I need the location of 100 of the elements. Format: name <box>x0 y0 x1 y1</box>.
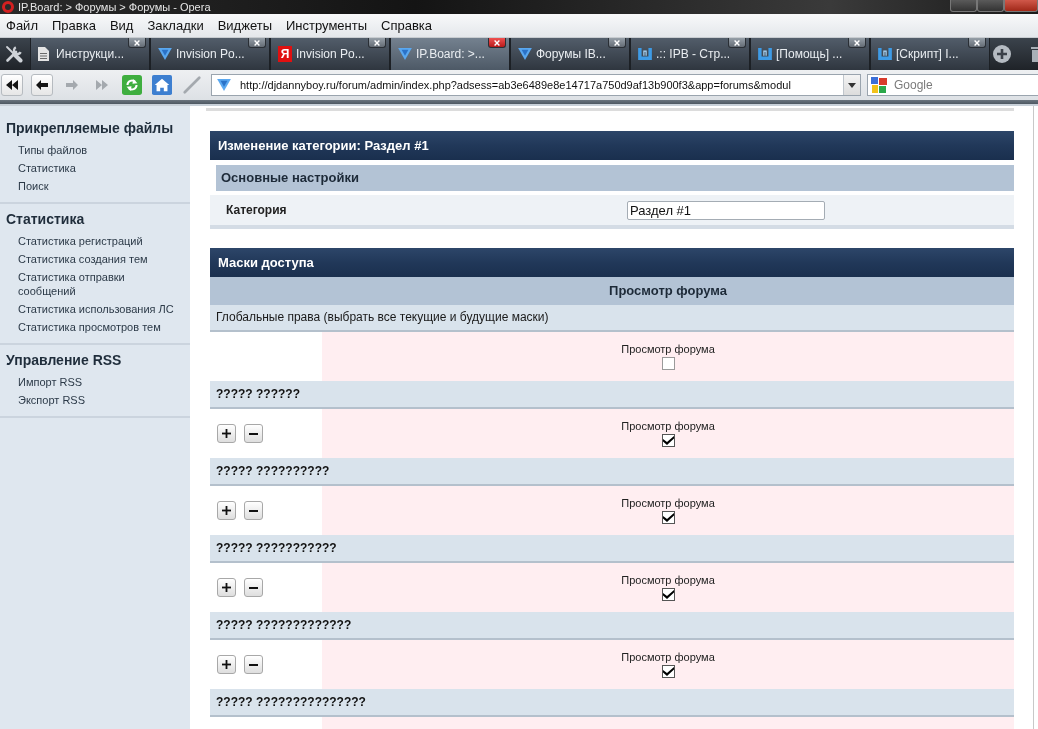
panel-title: Изменение категории: Раздел #1 <box>210 131 1014 160</box>
check-icon <box>662 667 674 676</box>
plus-icon <box>222 660 231 669</box>
sidebar-link[interactable]: Экспорт RSS <box>18 393 85 407</box>
menu-item[interactable]: Вид <box>109 18 134 33</box>
triangle-icon <box>398 48 412 60</box>
browser-tab[interactable]: IP.Board: >... <box>390 38 510 70</box>
close-icon <box>734 39 740 46</box>
back-button[interactable] <box>31 74 53 96</box>
double-right-arrow-icon <box>96 80 108 90</box>
bracket-icon <box>758 48 772 60</box>
minus-icon <box>249 586 258 589</box>
close-tab-button[interactable] <box>368 38 386 48</box>
browser-tab[interactable]: Я Invision Po... <box>270 38 390 70</box>
add-button[interactable] <box>217 578 236 597</box>
close-tab-button[interactable] <box>848 38 866 48</box>
browser-tab[interactable]: Инструкци... <box>30 38 150 70</box>
close-icon <box>974 39 980 46</box>
close-icon <box>134 39 140 46</box>
checkbox[interactable] <box>661 357 675 370</box>
sidebar-link[interactable]: Типы файлов <box>18 143 88 157</box>
remove-button[interactable] <box>244 501 263 520</box>
house-icon <box>152 74 172 96</box>
close-tab-button[interactable] <box>128 38 146 48</box>
search-field[interactable]: Google <box>867 74 1038 96</box>
sidebar-heading: Статистика <box>5 210 86 228</box>
triangle-icon <box>158 48 172 60</box>
caret-icon <box>848 82 856 88</box>
option-label: Просмотр форума <box>621 420 715 432</box>
mask-header: ????? ??????????????? <box>210 689 1014 717</box>
trash-icon[interactable] <box>1030 46 1038 62</box>
left-arrow-icon <box>36 80 48 90</box>
sidebar-link[interactable]: Статистика <box>18 161 76 175</box>
menu-item[interactable]: Закладки <box>147 18 204 33</box>
option-label: Просмотр форума <box>621 497 715 509</box>
menu-item[interactable]: Справка <box>381 18 433 33</box>
blocks-icon <box>871 77 887 93</box>
mask-header: ????? ??????????? <box>210 535 1014 563</box>
menu-item[interactable]: Файл <box>6 18 38 33</box>
add-button[interactable] <box>217 655 236 674</box>
remove-button[interactable] <box>244 655 263 674</box>
menu-item[interactable]: Виджеты <box>217 18 272 33</box>
close-tab-button[interactable] <box>488 38 506 48</box>
rewind-button[interactable] <box>1 74 23 96</box>
browser-tab[interactable]: Invision Po... <box>150 38 270 70</box>
column-header: Просмотр форума <box>210 277 1014 305</box>
option-label: Просмотр форума <box>621 343 715 355</box>
double-left-arrow-icon <box>6 80 18 90</box>
menu-item[interactable]: Правка <box>51 18 96 33</box>
option-label: Просмотр форума <box>621 574 715 586</box>
minus-icon <box>249 509 258 512</box>
sidebar-link[interactable]: Импорт RSS <box>18 375 83 389</box>
browser-tab[interactable]: Форумы IB... <box>510 38 630 70</box>
window-title: IP.Board: > Форумы > Форумы - Opera <box>18 0 211 14</box>
remove-button[interactable] <box>244 424 263 443</box>
sidebar-link[interactable]: Статистика регистраций <box>18 234 143 248</box>
minus-icon <box>249 663 258 666</box>
letter-badge: Я <box>278 46 292 62</box>
plus-icon <box>222 583 231 592</box>
close-icon <box>614 39 620 46</box>
checkbox[interactable] <box>661 511 675 524</box>
browser-tab[interactable]: .:: IPB - Стр... <box>630 38 750 70</box>
check-icon <box>662 590 674 599</box>
sidebar-link[interactable]: Статистика просмотров тем <box>18 320 161 334</box>
minus-icon <box>249 432 258 435</box>
checkbox[interactable] <box>661 665 675 678</box>
option-label: Просмотр форума <box>621 651 715 663</box>
mask-header: ????? ?????? <box>210 381 1014 409</box>
document-icon <box>38 47 49 61</box>
close-tab-button[interactable] <box>608 38 626 48</box>
panel-title: Маски доступа <box>210 248 1014 277</box>
add-button[interactable] <box>217 501 236 520</box>
menu-item[interactable]: Инструменты <box>286 18 368 33</box>
home-button[interactable] <box>151 74 173 96</box>
sidebar-link[interactable]: Статистика использования ЛС <box>18 302 174 316</box>
category-field[interactable]: Раздел #1 <box>627 200 825 220</box>
minimize-button[interactable] <box>950 0 977 12</box>
checkbox[interactable] <box>661 588 675 601</box>
close-tab-button[interactable] <box>968 38 986 48</box>
right-arrow-icon <box>66 80 78 90</box>
check-icon <box>662 436 674 445</box>
sidebar-link[interactable]: Статистика создания тем <box>18 252 148 266</box>
checkbox[interactable] <box>661 434 675 447</box>
sidebar-link[interactable]: Поиск <box>18 179 49 193</box>
close-tab-button[interactable] <box>248 38 266 48</box>
close-tab-button[interactable] <box>728 38 746 48</box>
reload-icon <box>122 74 142 96</box>
sidebar-link[interactable]: Статистика отправки сообщений <box>18 270 184 298</box>
remove-button[interactable] <box>244 578 263 597</box>
maximize-button[interactable] <box>977 0 1004 12</box>
dropdown-button[interactable] <box>843 75 860 95</box>
browser-tab[interactable]: [Скрипт] I... <box>870 38 990 70</box>
address-field[interactable]: http://djdannyboy.ru/forum/admin/index.php?adsess=ab3e6489e8e14717a750d9af13b900f3&app=forums&modul <box>211 74 861 96</box>
triangle-icon <box>217 79 231 91</box>
add-button[interactable] <box>217 424 236 443</box>
tools-icon <box>5 45 23 63</box>
browser-tab[interactable]: [Помощь] ... <box>750 38 870 70</box>
reload-button[interactable] <box>121 74 143 96</box>
plus-icon <box>222 429 231 438</box>
mask-header: ????? ????????????? <box>210 612 1014 640</box>
